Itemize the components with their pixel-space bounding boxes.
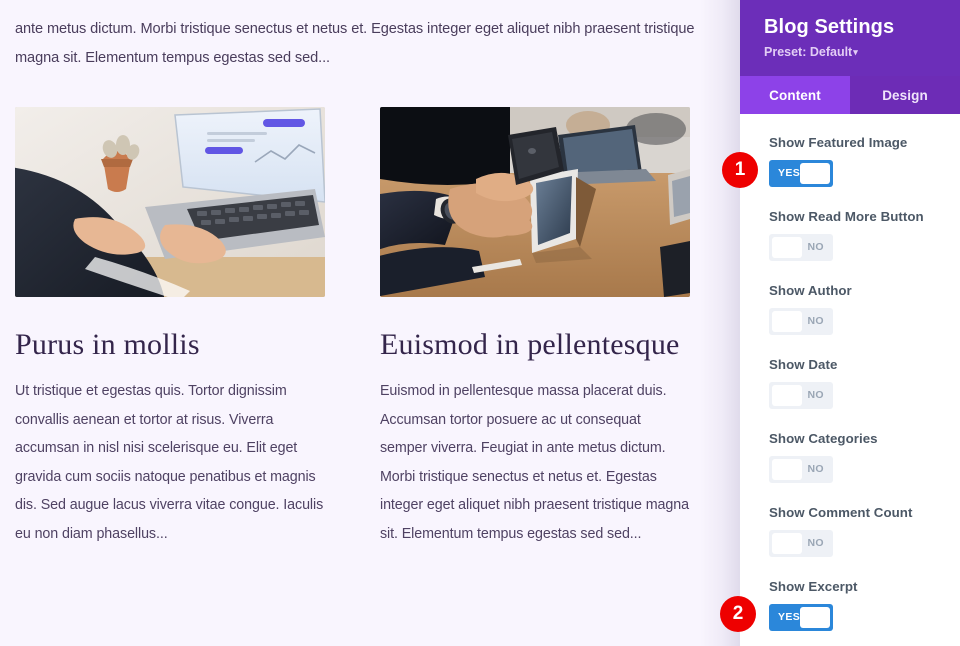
chevron-down-icon: ▾ [853,47,858,57]
setting-show-author: Show Author NO [740,282,960,335]
blog-settings-panel: Blog Settings Preset: Default▾ Content D… [740,0,960,646]
post-title[interactable]: Euismod in pellentesque [380,326,690,363]
toggle-state-text: NO [807,315,824,327]
preset-label: Preset: Default [764,45,853,59]
setting-label: Show Read More Button [769,209,924,224]
toggle-knob [772,385,802,406]
tab-content[interactable]: Content [740,76,850,114]
blog-post-grid: Purus in mollis Ut tristique et egestas … [15,107,715,549]
toggle-show-read-more-button[interactable]: NO [769,234,833,261]
toggle-state-text: NO [807,389,824,401]
toggle-show-author[interactable]: NO [769,308,833,335]
blog-post-card[interactable]: Purus in mollis Ut tristique et egestas … [15,107,325,549]
setting-label: Show Comment Count [769,505,913,520]
preset-dropdown[interactable]: Preset: Default▾ [764,43,936,62]
post-title[interactable]: Purus in mollis [15,326,325,363]
setting-show-excerpt: Show Excerpt YES [740,578,960,631]
setting-label: Show Author [769,283,852,298]
toggle-show-featured-image[interactable]: YES [769,160,833,187]
toggle-knob [772,237,802,258]
toggle-show-categories[interactable]: NO [769,456,833,483]
intro-paragraph: ante metus dictum. Morbi tristique senec… [15,20,695,66]
setting-label: Show Date [769,357,838,372]
panel-header: Blog Settings Preset: Default▾ [740,0,960,76]
toggle-state-text: NO [807,241,824,253]
toggle-state-text: NO [807,463,824,475]
panel-settings-list: Show Featured Image YES Show Read More B… [740,114,960,631]
post-featured-image[interactable] [380,107,690,297]
setting-show-categories: Show Categories NO [740,430,960,483]
step-badge-2: 2 [720,596,756,632]
post-excerpt: Ut tristique et egestas quis. Tortor dig… [15,383,324,542]
setting-label: Show Excerpt [769,579,858,594]
toggle-knob [800,607,830,628]
toggle-show-comment-count[interactable]: NO [769,530,833,557]
blog-preview-area: ante metus dictum. Morbi tristique senec… [0,0,740,646]
post-excerpt: Euismod in pellentesque massa placerat d… [380,383,689,542]
toggle-knob [772,533,802,554]
toggle-knob [800,163,830,184]
panel-title: Blog Settings [764,16,895,38]
panel-tab-bar: Content Design [740,76,960,114]
toggle-state-text: YES [778,167,801,179]
setting-show-featured-image: Show Featured Image YES [740,134,960,187]
blog-post-card[interactable]: Euismod in pellentesque Euismod in pelle… [380,107,690,549]
toggle-knob [772,459,802,480]
step-badge-1: 1 [722,152,758,188]
setting-label: Show Categories [769,431,878,446]
toggle-knob [772,311,802,332]
post-featured-image[interactable] [15,107,325,297]
toggle-show-excerpt[interactable]: YES [769,604,833,631]
toggle-show-date[interactable]: NO [769,382,833,409]
tab-design[interactable]: Design [850,76,960,114]
setting-show-date: Show Date NO [740,356,960,409]
setting-show-read-more-button: Show Read More Button NO [740,208,960,261]
setting-label: Show Featured Image [769,135,908,150]
toggle-state-text: NO [807,537,824,549]
setting-show-comment-count: Show Comment Count NO [740,504,960,557]
toggle-state-text: YES [778,611,801,623]
